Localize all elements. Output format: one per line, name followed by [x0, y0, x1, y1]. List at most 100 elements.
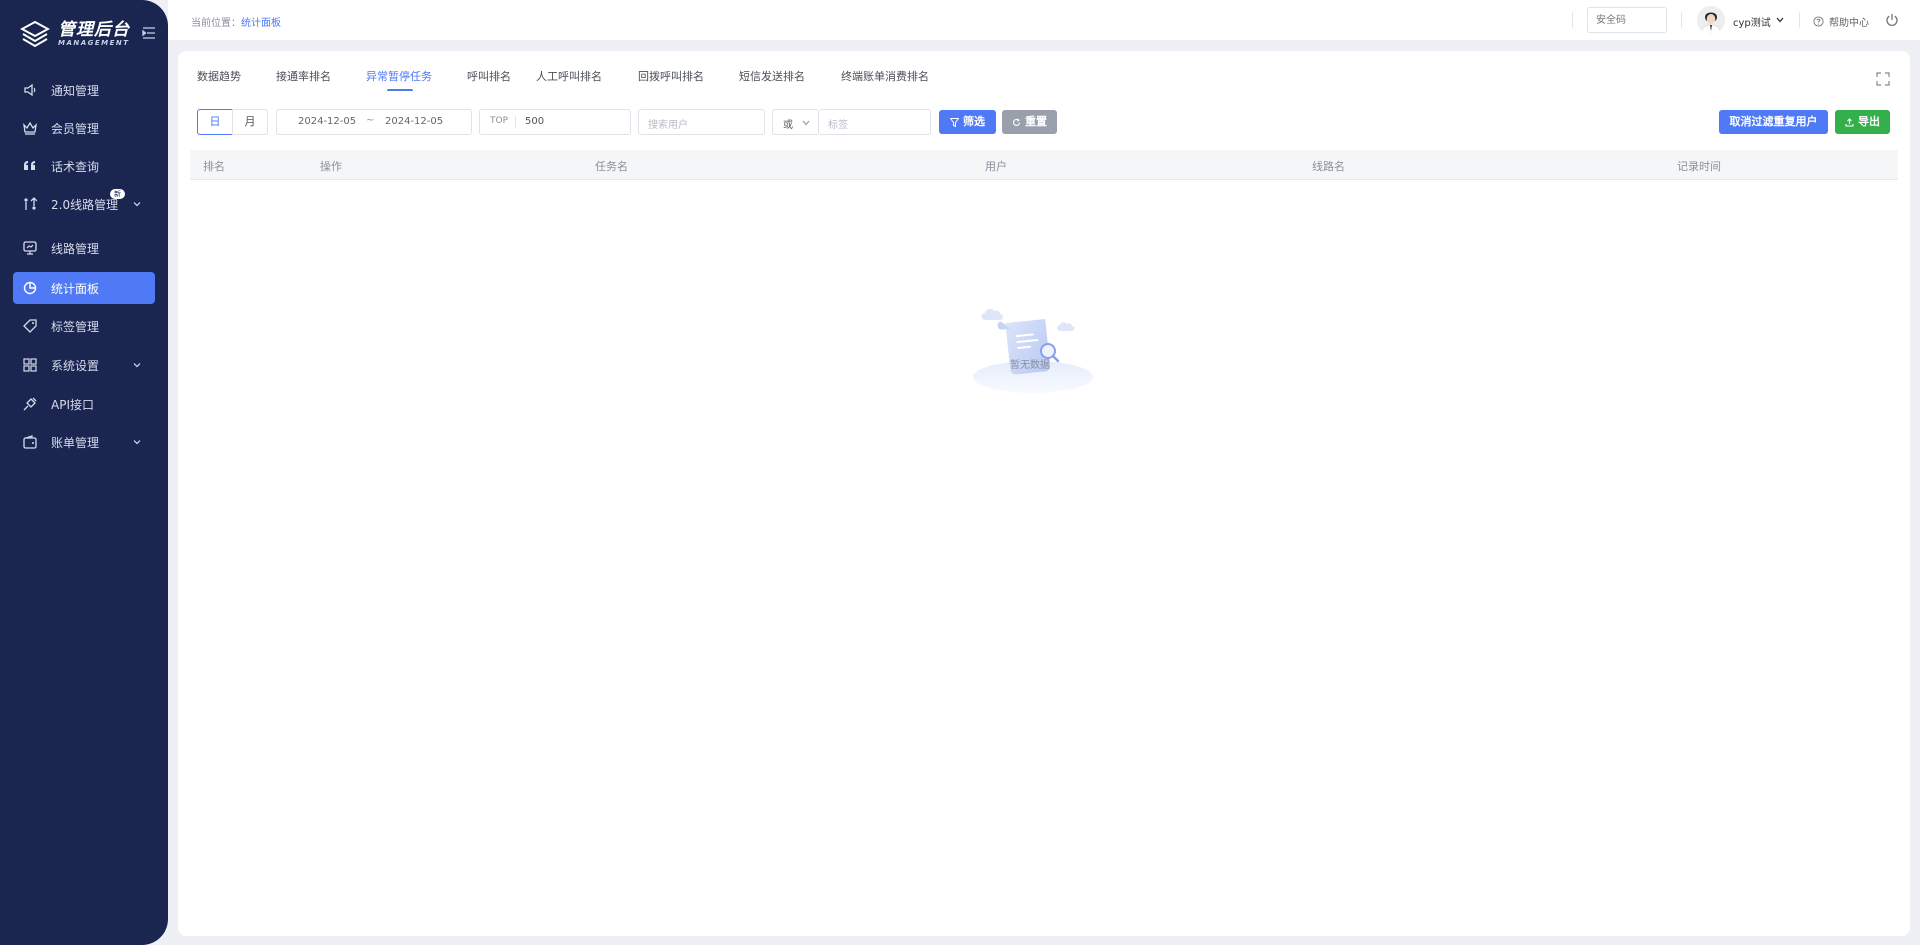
- refresh-icon: [1012, 117, 1021, 126]
- tag-icon: [23, 319, 37, 333]
- sidebar: 管理后台 MANAGEMENT 通知管理 会员管理 话术查询 2.0线路管理 新…: [0, 0, 168, 945]
- tab-manual-call-rank[interactable]: 人工呼叫排名: [536, 68, 602, 84]
- sidebar-item-script[interactable]: 话术查询: [13, 150, 155, 182]
- sidebar-item-notice[interactable]: 通知管理: [13, 74, 155, 106]
- sidebar-item-label: 2.0线路管理: [51, 198, 119, 212]
- route-icon: [24, 197, 37, 210]
- top-header: 当前位置：统计面板 cyp测试 帮助中心: [168, 0, 1920, 40]
- column-header-record-time: 记录时间: [1677, 160, 1721, 173]
- grid-icon: [23, 358, 37, 372]
- quote-icon: [24, 161, 35, 170]
- column-header-rank: 排名: [203, 160, 225, 173]
- empty-document-icon: [973, 308, 1093, 393]
- column-header-action: 操作: [320, 160, 342, 173]
- month-toggle[interactable]: 月: [232, 109, 268, 135]
- power-icon[interactable]: [1885, 13, 1899, 27]
- tab-data-trend[interactable]: 数据趋势: [197, 68, 241, 84]
- tag-placeholder: 标签: [828, 120, 848, 131]
- sidebar-item-stats[interactable]: 统计面板: [13, 272, 155, 304]
- chevron-down-icon: [133, 363, 141, 368]
- date-separator: ~: [366, 115, 375, 126]
- chevron-down-icon: [802, 120, 810, 126]
- logo-subtitle: MANAGEMENT: [58, 38, 130, 47]
- breadcrumb-current[interactable]: 统计面板: [241, 18, 281, 29]
- sidebar-item-member[interactable]: 会员管理: [13, 112, 155, 144]
- help-circle-icon: [1813, 16, 1824, 27]
- date-start: 2024-12-05: [298, 116, 357, 127]
- layers-logo-icon: [20, 20, 50, 48]
- sidebar-item-label: 统计面板: [51, 282, 100, 296]
- logo[interactable]: 管理后台 MANAGEMENT: [20, 18, 160, 50]
- breadcrumb-prefix: 当前位置：: [191, 18, 241, 29]
- sidebar-item-line[interactable]: 线路管理: [13, 232, 155, 264]
- export-button-label: 导出: [1858, 115, 1880, 128]
- sidebar-item-label: 话术查询: [51, 160, 100, 174]
- logic-select[interactable]: 或: [772, 109, 819, 135]
- menu-collapse-icon[interactable]: [142, 27, 156, 39]
- username[interactable]: cyp测试: [1733, 14, 1771, 29]
- logic-value: 或: [783, 120, 793, 131]
- wallet-icon: [23, 435, 37, 449]
- crown-icon: [23, 121, 37, 135]
- tab-callback-rank[interactable]: 回拨呼叫排名: [638, 68, 704, 84]
- cancel-dedup-users-button[interactable]: 取消过滤重复用户: [1719, 110, 1828, 134]
- logo-title: 管理后台: [58, 19, 130, 40]
- header-divider: [1681, 12, 1682, 28]
- header-divider: [1572, 12, 1573, 28]
- sidebar-item-label: 线路管理: [51, 242, 100, 256]
- fullscreen-icon[interactable]: [1876, 72, 1890, 86]
- tab-connect-rate-rank[interactable]: 接通率排名: [276, 68, 331, 84]
- date-end: 2024-12-05: [385, 116, 444, 127]
- sidebar-item-label: 会员管理: [51, 122, 100, 136]
- chevron-down-icon: [133, 202, 141, 207]
- active-tab-indicator: [387, 89, 413, 91]
- tab-abnormal-paused-tasks[interactable]: 异常暂停任务: [366, 68, 432, 84]
- speaker-icon: [24, 83, 36, 97]
- tab-terminal-bill-rank[interactable]: 终端账单消费排名: [841, 68, 929, 84]
- security-code-input[interactable]: [1587, 7, 1667, 33]
- new-badge: 新: [110, 189, 125, 199]
- date-range-picker[interactable]: 2024-12-05 ~ 2024-12-05: [276, 109, 472, 135]
- chevron-down-icon: [133, 440, 141, 445]
- tab-sms-rank[interactable]: 短信发送排名: [739, 68, 805, 84]
- top-value: 500: [525, 116, 545, 127]
- chevron-down-icon[interactable]: [1776, 17, 1784, 23]
- top-divider: [515, 116, 516, 128]
- reset-button-label: 重置: [1025, 115, 1047, 128]
- filter-button-label: 筛选: [963, 115, 985, 128]
- upload-icon: [1845, 117, 1854, 127]
- column-header-line-name: 线路名: [1312, 160, 1345, 173]
- sidebar-item-billing[interactable]: 账单管理: [13, 426, 155, 458]
- search-user-input[interactable]: 搜索用户: [638, 109, 765, 135]
- help-center-link[interactable]: 帮助中心: [1813, 14, 1869, 29]
- filter-button[interactable]: 筛选: [939, 110, 996, 134]
- pie-chart-icon: [23, 281, 37, 295]
- tag-input[interactable]: 标签: [819, 109, 931, 135]
- day-toggle[interactable]: 日: [197, 109, 233, 135]
- sidebar-item-api[interactable]: API接口: [13, 388, 155, 420]
- sidebar-item-tag[interactable]: 标签管理: [13, 310, 155, 342]
- column-header-task-name: 任务名: [595, 160, 628, 173]
- sidebar-item-label: 标签管理: [51, 320, 100, 334]
- filter-funnel-icon: [950, 117, 959, 127]
- monitor-icon: [23, 241, 37, 255]
- help-center-label: 帮助中心: [1829, 18, 1869, 29]
- avatar[interactable]: [1697, 6, 1725, 34]
- column-header-user: 用户: [985, 160, 1007, 173]
- breadcrumb: 当前位置：统计面板: [191, 14, 281, 29]
- export-button[interactable]: 导出: [1835, 110, 1890, 134]
- sidebar-item-label: 通知管理: [51, 84, 100, 98]
- content-panel: 数据趋势 接通率排名 异常暂停任务 呼叫排名 人工呼叫排名 回拨呼叫排名 短信发…: [178, 51, 1910, 936]
- plug-icon: [23, 397, 37, 411]
- top-count-input[interactable]: TOP 500: [479, 109, 631, 135]
- table-header: 排名 操作 任务名 用户 线路名 记录时间: [190, 150, 1898, 180]
- reset-button[interactable]: 重置: [1002, 110, 1057, 134]
- sidebar-item-settings[interactable]: 系统设置: [13, 349, 155, 381]
- sidebar-item-label: API接口: [51, 398, 94, 412]
- tab-call-rank[interactable]: 呼叫排名: [467, 68, 511, 84]
- empty-state-text: 暂无数据: [1010, 360, 1050, 371]
- user-avatar-icon: [1697, 6, 1725, 34]
- sidebar-item-label: 系统设置: [51, 359, 100, 373]
- sidebar-item-line-v2[interactable]: 2.0线路管理 新: [13, 188, 155, 220]
- top-label: TOP: [490, 116, 509, 126]
